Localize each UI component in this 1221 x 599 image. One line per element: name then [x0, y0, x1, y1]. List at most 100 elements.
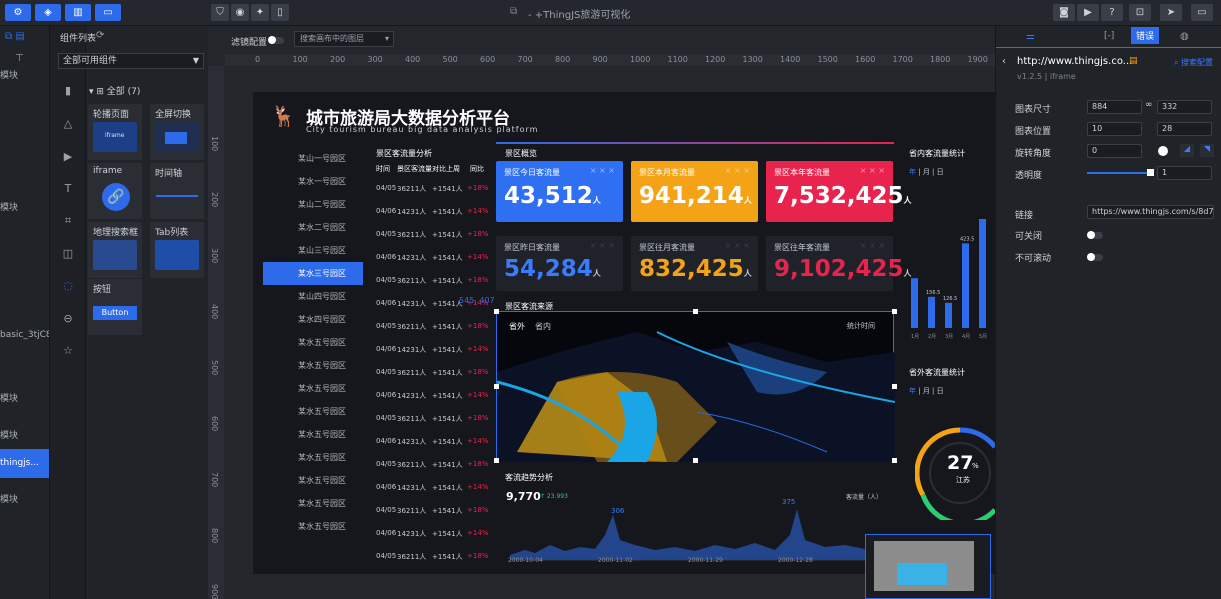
screen-icon[interactable]: ▭	[1191, 4, 1213, 21]
resize-handle[interactable]	[892, 458, 897, 463]
closable-toggle[interactable]	[1087, 231, 1103, 239]
pin-top-icon[interactable]: ⊤	[15, 53, 24, 64]
layer-item[interactable]: basic_3tjC8	[0, 330, 49, 340]
send-icon[interactable]: ➤	[1160, 4, 1182, 21]
sliders-icon[interactable]: ⚌	[1026, 31, 1035, 42]
copy-icon[interactable]: ⧉	[510, 6, 517, 17]
media-icon[interactable]: ▶	[61, 150, 75, 164]
flip-h-icon[interactable]: ◢	[1180, 144, 1194, 157]
component-card[interactable]: 时间轴	[150, 163, 204, 219]
tab-year[interactable]: 年	[909, 168, 916, 176]
tab-inner[interactable]: 省内	[535, 321, 551, 332]
layer-item[interactable]: 模块	[0, 492, 49, 505]
error-tooltip[interactable]: 错误	[1131, 27, 1160, 44]
resize-handle[interactable]	[693, 309, 698, 314]
x-input[interactable]: 10	[1087, 122, 1142, 136]
flip-v-icon[interactable]: ◥	[1200, 144, 1214, 157]
interaction-icon[interactable]: ◌	[61, 279, 75, 293]
component-card[interactable]: 轮播页面 iframe	[88, 104, 142, 160]
component-card[interactable]: 按钮 Button	[88, 279, 142, 335]
cube-icon[interactable]: ◈	[35, 4, 61, 21]
area-list-item[interactable]: 某山三号园区	[263, 239, 363, 262]
inner-tabs[interactable]: 年 | 月 | 日	[909, 167, 944, 177]
resize-handle[interactable]	[892, 309, 897, 314]
minimap[interactable]	[865, 534, 991, 599]
area-list-item[interactable]: 某水五号园区	[263, 377, 363, 400]
layout-icon[interactable]: ▥	[65, 4, 91, 21]
area-list-item[interactable]: 某水五号园区	[263, 423, 363, 446]
opacity-slider-thumb[interactable]	[1147, 169, 1154, 176]
chart-icon[interactable]: ▮	[61, 84, 75, 98]
area-list-item[interactable]: 某水五号园区	[263, 515, 363, 538]
width-input[interactable]: 884	[1087, 100, 1142, 114]
doc-icon[interactable]: ▤	[1129, 56, 1138, 66]
component-filter-select[interactable]: 全部可用组件 ▼	[58, 53, 204, 69]
area-list-item[interactable]: 某水五号园区	[263, 354, 363, 377]
layer-item[interactable]: 模块	[0, 428, 49, 441]
rotate-dial-icon[interactable]	[1158, 146, 1168, 156]
y-input[interactable]: 28	[1157, 122, 1212, 136]
link-input[interactable]: https://www.thingjs.com/s/8d7df3	[1087, 205, 1214, 219]
resize-handle[interactable]	[494, 384, 499, 389]
widget-icon[interactable]: ◫	[61, 247, 75, 261]
component-card[interactable]: 地理搜索框	[88, 222, 142, 278]
star-icon[interactable]: ☆	[61, 344, 75, 358]
area-list-item[interactable]: 某水五号园区	[263, 492, 363, 515]
palette-icon[interactable]: ◍	[1180, 31, 1189, 42]
layer-item[interactable]: 模块	[0, 391, 49, 404]
group-label[interactable]: ▾ ⊞ 全部 (7)	[89, 84, 140, 97]
tab-month[interactable]: 月	[923, 387, 930, 395]
layer-item-selected[interactable]: thingjs...	[0, 449, 49, 478]
area-list-item[interactable]: 某水五号园区	[263, 400, 363, 423]
rotate-input[interactable]: 0	[1087, 144, 1142, 158]
component-card[interactable]: 全屏切换	[150, 104, 204, 160]
layers-icon[interactable]: ⧉ ▤	[5, 31, 25, 42]
area-list-item[interactable]: 某山一号园区	[263, 147, 363, 170]
minus-icon[interactable]: ⊖	[61, 312, 75, 326]
outer-tabs[interactable]: 年 | 月 | 日	[909, 386, 944, 396]
height-input[interactable]: 332	[1157, 100, 1212, 114]
resize-handle[interactable]	[693, 458, 698, 463]
phone-icon[interactable]: ▯	[271, 4, 289, 21]
area-list-item[interactable]: 某水一号园区	[263, 170, 363, 193]
settings-icon[interactable]: ⚙	[5, 4, 31, 21]
area-list-item[interactable]: 某水四号园区	[263, 308, 363, 331]
tab-month[interactable]: 月	[923, 168, 930, 176]
map-icon[interactable]: △	[61, 117, 75, 131]
component-card[interactable]: Tab列表	[150, 222, 204, 278]
area-list-item[interactable]: 某水五号园区	[263, 446, 363, 469]
refresh-icon[interactable]: ⟳	[96, 30, 104, 41]
preview-icon[interactable]: ⊡	[1129, 4, 1151, 21]
layer-item[interactable]: 模块	[0, 68, 49, 81]
tab-code[interactable]: [-]	[1104, 31, 1114, 41]
resize-handle[interactable]	[494, 309, 499, 314]
layer-search-select[interactable]: 搜索画布中的图层 ▾	[294, 31, 394, 47]
noscroll-toggle[interactable]	[1087, 253, 1103, 261]
monitor-icon[interactable]: ▭	[95, 4, 121, 21]
pin-icon[interactable]: ✦	[251, 4, 269, 21]
area-list-item[interactable]: 某山二号园区	[263, 193, 363, 216]
help-icon[interactable]: ?	[1101, 4, 1123, 21]
search-config-link[interactable]: ⌕ 搜索配置	[1174, 57, 1213, 68]
opacity-input[interactable]: 1	[1157, 166, 1212, 180]
resize-handle[interactable]	[494, 458, 499, 463]
minimap-viewport[interactable]	[897, 563, 947, 585]
opacity-slider[interactable]	[1087, 172, 1152, 174]
tab-year[interactable]: 年	[909, 387, 916, 395]
component-card[interactable]: iframe 🔗	[88, 163, 142, 219]
area-list-item[interactable]: 某水二号园区	[263, 216, 363, 239]
tab-day[interactable]: 日	[937, 168, 944, 176]
filter-icon[interactable]: ⛉	[211, 4, 229, 21]
area-list-item[interactable]: 某水三号园区	[263, 262, 363, 285]
iframe-map-view[interactable]: 省外 省内 统计时间	[494, 309, 897, 463]
back-icon[interactable]: ‹	[1002, 56, 1006, 67]
tab-outer[interactable]: 省外	[509, 321, 525, 332]
area-list-item[interactable]: 某水五号园区	[263, 331, 363, 354]
layer-item[interactable]: 模块	[0, 200, 49, 213]
text-icon[interactable]: T	[61, 182, 75, 196]
camera-icon[interactable]: ◙	[1053, 4, 1075, 21]
tab-day[interactable]: 日	[937, 387, 944, 395]
resize-handle[interactable]	[892, 384, 897, 389]
play-icon[interactable]: ▶	[1077, 4, 1099, 21]
filter-toggle[interactable]	[268, 36, 284, 44]
